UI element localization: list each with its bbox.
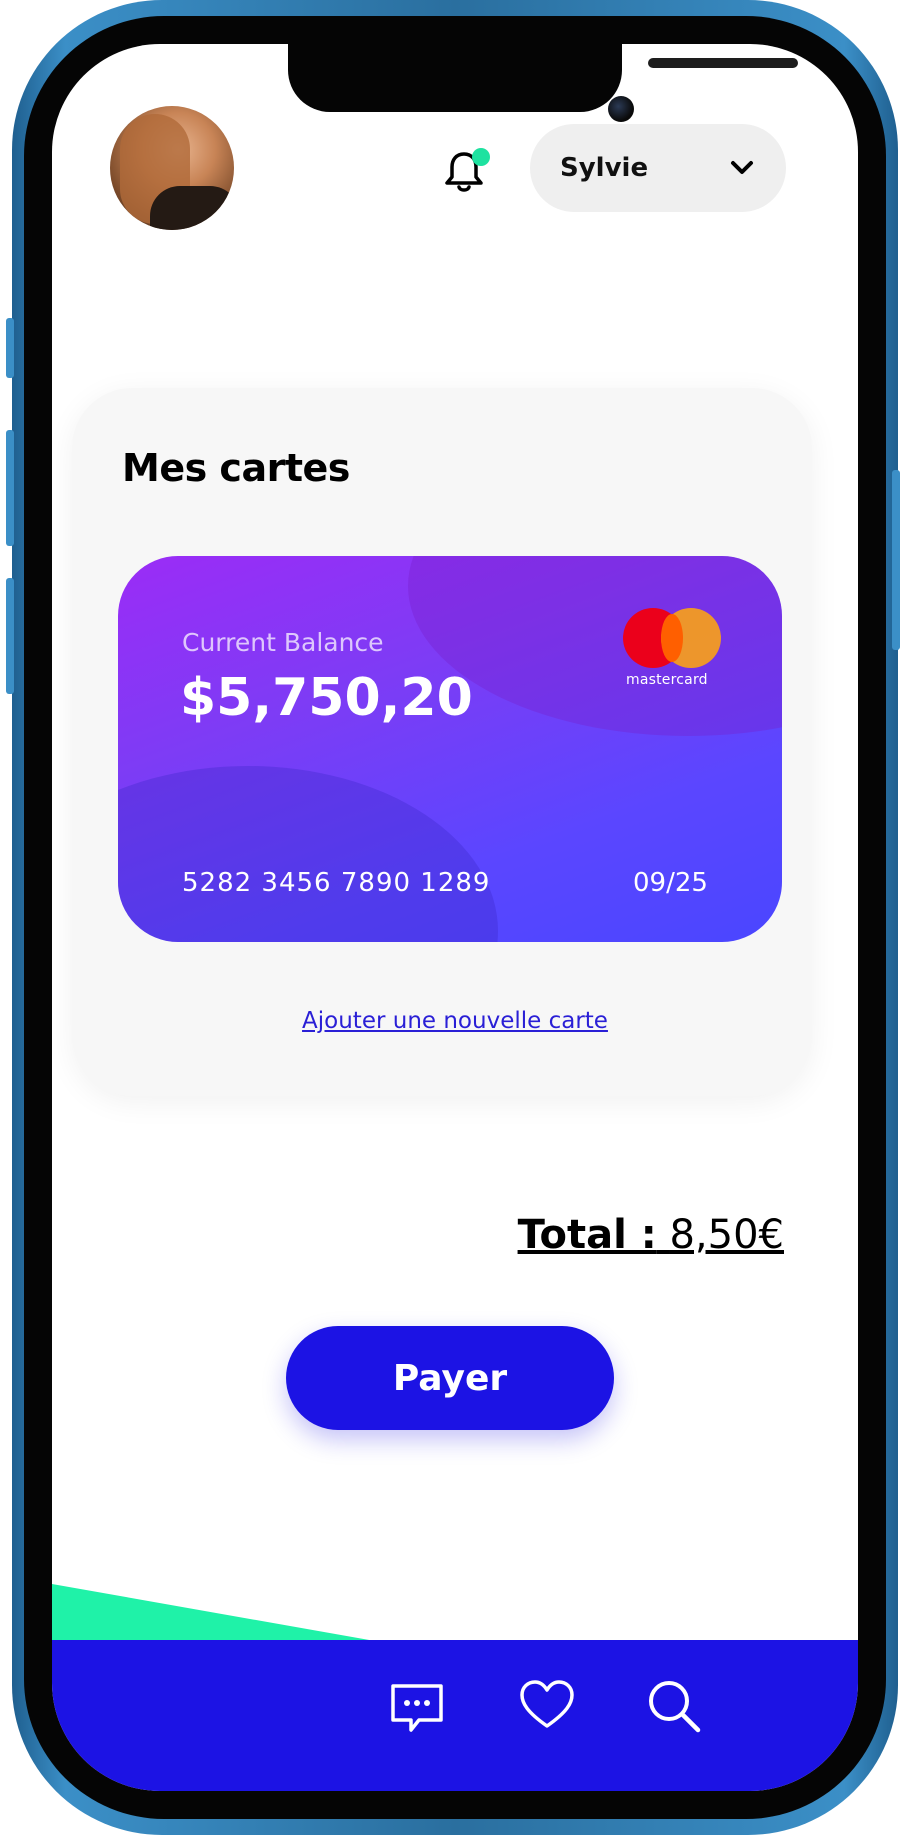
search-icon[interactable]	[644, 1676, 704, 1736]
notification-dot	[472, 148, 490, 166]
volume-down-button	[6, 578, 14, 694]
total-value: 8,50€	[669, 1212, 784, 1258]
card-decoration	[118, 766, 498, 942]
total-label: Total :	[517, 1212, 657, 1258]
balance-label: Current Balance	[182, 628, 384, 657]
decorative-wedge	[52, 1584, 392, 1644]
mute-switch	[6, 318, 14, 378]
user-selector[interactable]: Sylvie	[530, 124, 786, 212]
speaker	[648, 58, 798, 68]
power-button	[892, 470, 900, 650]
card-expiry: 09/25	[633, 868, 708, 898]
mastercard-overlap	[661, 614, 683, 662]
chat-icon[interactable]	[387, 1678, 447, 1738]
panel-title: Mes cartes	[122, 446, 350, 490]
total: Total : 8,50€	[518, 1212, 784, 1258]
screen: Sylvie Mes cartes Current Balance $5,750…	[52, 44, 858, 1791]
mastercard-logo: mastercard	[623, 608, 723, 688]
pay-button[interactable]: Payer	[286, 1326, 614, 1430]
avatar[interactable]	[110, 106, 234, 230]
user-name: Sylvie	[560, 153, 649, 183]
notch	[288, 44, 798, 122]
balance-amount: $5,750,20	[180, 668, 473, 728]
avatar-shirt	[150, 186, 234, 230]
volume-up-button	[6, 430, 14, 546]
front-camera	[608, 96, 634, 122]
card-number: 5282 3456 7890 1289	[182, 868, 491, 898]
chevron-down-icon	[731, 161, 753, 174]
bank-card[interactable]: Current Balance $5,750,20 mastercard 528…	[118, 556, 782, 942]
heart-icon[interactable]	[517, 1676, 577, 1736]
add-card-link[interactable]: Ajouter une nouvelle carte	[52, 1008, 858, 1034]
tab-bar	[52, 1640, 858, 1791]
card-brand: mastercard	[626, 672, 708, 688]
